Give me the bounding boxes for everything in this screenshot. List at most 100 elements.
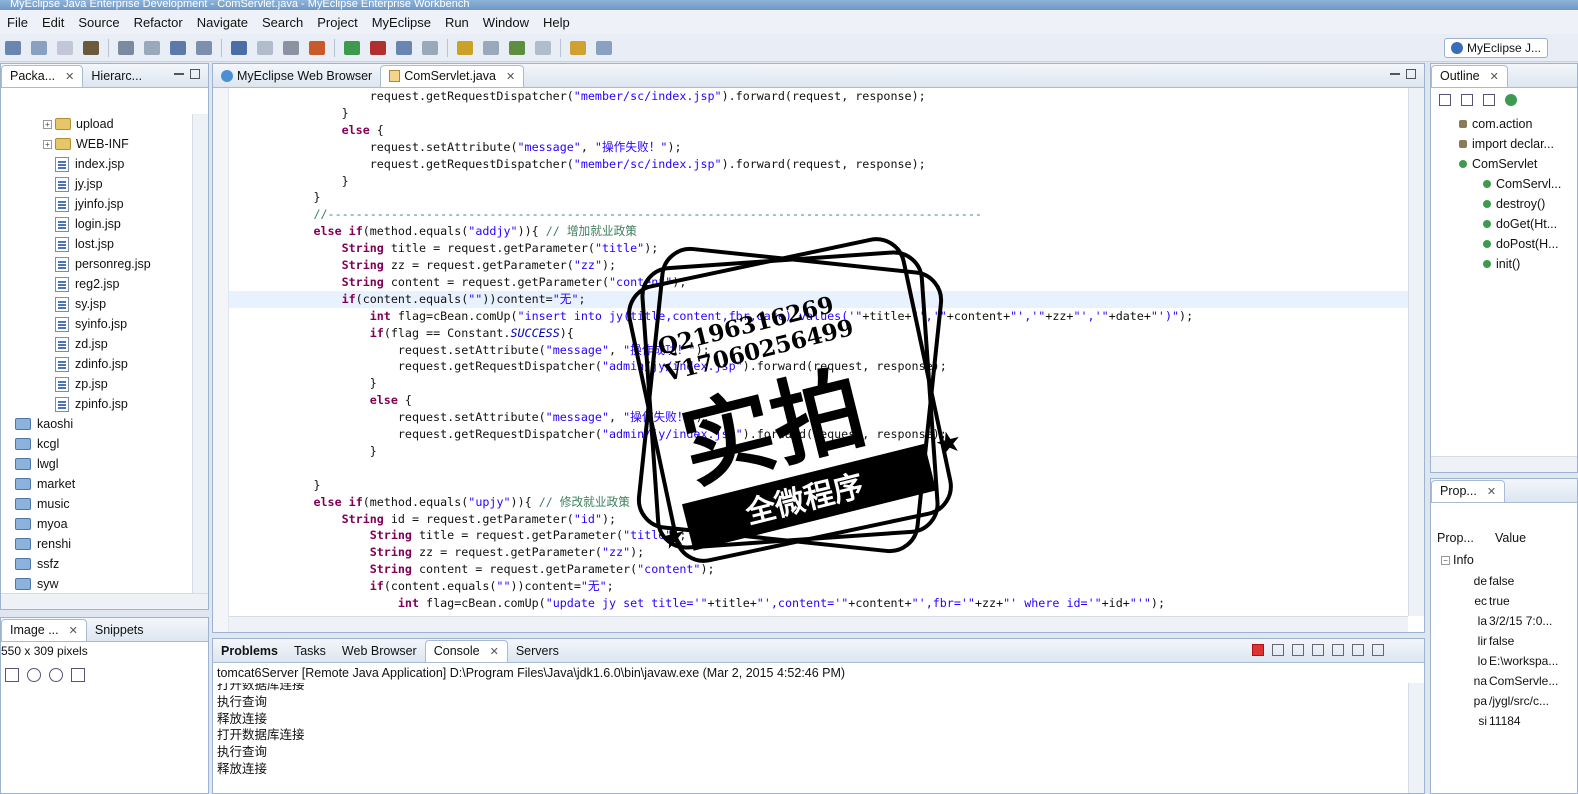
property-row[interactable]: si 11184 [1431,711,1577,731]
menu-window[interactable]: Window [476,15,536,30]
scroll-lock-icon[interactable] [1312,644,1324,656]
tree-item[interactable]: music [1,494,70,514]
tree-item[interactable]: kaoshi [1,414,73,434]
menu-myeclipse[interactable]: MyEclipse [365,15,438,30]
toolbar-tool-icon[interactable] [83,40,99,55]
toolbar-tool-icon[interactable] [57,40,73,55]
pin-icon[interactable] [1332,644,1344,656]
menu-file[interactable]: File [0,15,35,30]
zoom-out-icon[interactable] [27,668,41,682]
toolbar-tool-icon[interactable] [31,40,47,55]
zoom-in-icon[interactable] [49,668,63,682]
tree-item[interactable]: syinfo.jsp [1,314,127,334]
toolbar-tool-icon[interactable] [170,40,186,55]
close-icon[interactable]: ✕ [1490,70,1499,83]
tab-package-explorer[interactable]: Packa... ✕ [1,64,84,87]
clear-icon[interactable] [1292,644,1304,656]
terminate-icon[interactable] [1252,644,1264,656]
outline-item[interactable]: destroy() [1483,194,1545,214]
tree-item[interactable]: zdinfo.jsp [1,354,128,374]
tree-item[interactable]: jy.jsp [1,174,103,194]
tree-item[interactable]: ssfz [1,554,59,574]
console-scrollbar[interactable] [1408,683,1424,793]
menu-refactor[interactable]: Refactor [127,15,190,30]
tree-item[interactable]: renshi [1,534,71,554]
tab-snippets[interactable]: Snippets [87,619,152,641]
outline-item[interactable]: import declar... [1459,134,1554,154]
toolbar-tool-icon[interactable] [283,40,299,55]
tab-servers[interactable]: Servers [508,640,567,662]
menu-run[interactable]: Run [438,15,476,30]
outline-item[interactable]: init() [1483,254,1520,274]
property-row[interactable]: lir false [1431,631,1577,651]
tab-hierarchy[interactable]: Hierarc... [83,65,150,87]
sort-icon[interactable] [1439,94,1451,106]
outline-item[interactable]: com.action [1459,114,1532,134]
tree-hscrollbar[interactable] [1,593,208,609]
tree-item[interactable]: myoa [1,514,68,534]
menu-navigate[interactable]: Navigate [190,15,255,30]
toolbar-tool-icon[interactable] [422,40,438,55]
tree-item[interactable]: zd.jsp [1,334,108,354]
toolbar-tool-icon[interactable] [509,40,525,55]
collapse-icon[interactable]: − [1441,555,1450,565]
close-icon[interactable]: ✕ [1487,485,1496,498]
expand-icon[interactable]: + [43,139,52,149]
close-icon[interactable]: ✕ [69,624,78,637]
tab-web-browser[interactable]: Web Browser [334,640,425,662]
outline-item[interactable]: ComServl... [1483,174,1561,194]
outline-item[interactable]: doGet(Ht... [1483,214,1557,234]
toolbar-tool-icon[interactable] [231,40,247,55]
properties-group[interactable]: − Info [1441,553,1474,567]
property-row[interactable]: pa/jygl/src/c... [1431,691,1577,711]
tab-image[interactable]: Image ... ✕ [1,618,87,641]
property-row[interactable]: na ComServle... [1431,671,1577,691]
tab-web-browser[interactable]: MyEclipse Web Browser [213,65,380,87]
toolbar-tool-icon[interactable] [257,40,273,55]
close-icon[interactable]: ✕ [65,70,74,83]
tab-outline[interactable]: Outline ✕ [1431,64,1508,87]
hide-static-icon[interactable] [1483,94,1495,106]
hide-nonpublic-icon[interactable] [1505,94,1517,106]
menu-help[interactable]: Help [536,15,577,30]
menu-search[interactable]: Search [255,15,310,30]
tree-item[interactable]: personreg.jsp [1,254,151,274]
outline-hscrollbar[interactable] [1431,456,1577,472]
toolbar-tool-icon[interactable] [344,40,360,55]
tree-item[interactable]: reg2.jsp [1,274,119,294]
expand-icon[interactable]: + [43,119,52,129]
editor-hscrollbar[interactable] [229,616,1408,632]
toolbar-tool-icon[interactable] [196,40,212,55]
tree-item[interactable]: zp.jsp [1,374,108,394]
toolbar-tool-icon[interactable] [396,40,412,55]
toolbar-tool-icon[interactable] [118,40,134,55]
toolbar-tool-icon[interactable] [596,40,612,55]
tree-item[interactable]: kcgl [1,434,59,454]
tab-problems[interactable]: Problems [213,640,286,662]
minimize-icon[interactable] [174,73,184,75]
tree-item[interactable]: zpinfo.jsp [1,394,128,414]
tree-item[interactable]: login.jsp [1,214,121,234]
tree-item[interactable]: jyinfo.jsp [1,194,124,214]
close-icon[interactable]: ✕ [506,70,515,83]
menu-project[interactable]: Project [310,15,364,30]
toolbar-tool-icon[interactable] [535,40,551,55]
tree-item[interactable]: + WEB-INF [1,134,129,154]
menu-source[interactable]: Source [71,15,126,30]
toolbar-tool-icon[interactable] [5,40,21,55]
perspective-switcher[interactable]: MyEclipse J... [1443,38,1548,58]
toolbar-tool-icon[interactable] [370,40,386,55]
display-console-icon[interactable] [1352,644,1364,656]
property-row[interactable]: la 3/2/15 7:0... [1431,611,1577,631]
zoom-fit-icon[interactable] [5,668,19,682]
tab-tasks[interactable]: Tasks [286,640,334,662]
open-console-icon[interactable] [1372,644,1384,656]
editor-scrollbar[interactable] [1408,88,1424,616]
remove-icon[interactable] [1272,644,1284,656]
tree-item[interactable]: market [1,474,75,494]
code-area[interactable]: request.getRequestDispatcher("member/sc/… [229,88,1408,616]
tree-item[interactable]: sy.jsp [1,294,106,314]
hide-fields-icon[interactable] [1461,94,1473,106]
tree-item[interactable]: index.jsp [1,154,124,174]
menu-edit[interactable]: Edit [35,15,71,30]
